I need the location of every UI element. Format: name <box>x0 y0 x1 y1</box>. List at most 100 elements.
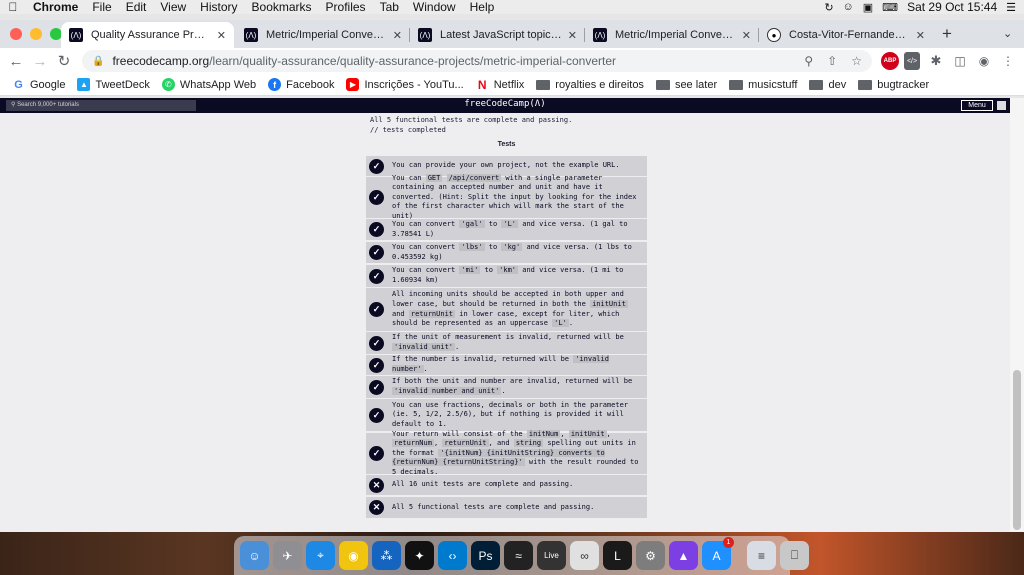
check-circle-icon: ✓ <box>369 407 384 423</box>
close-tab-icon[interactable]: ✕ <box>217 29 226 42</box>
forward-arrow-icon[interactable]: → <box>28 53 52 70</box>
freecodecamp-icon: (Ʌ) <box>593 28 607 42</box>
time-machine-icon[interactable]: ↻ <box>824 1 833 14</box>
extensions-puzzle-icon[interactable]: ✱ <box>928 52 944 70</box>
whatsapp-icon: ✆ <box>161 78 175 91</box>
bookmark-folder-musicstuff[interactable]: musicstuff <box>729 79 797 91</box>
app-store-icon[interactable]: A1 <box>702 537 734 570</box>
chrome-icon[interactable]: ◉ <box>339 541 368 570</box>
system-preferences-icon[interactable]: ⚙ <box>636 541 665 570</box>
tab-metric-imperial-converter-1[interactable]: (Ʌ) Metric/Imperial Converter ✕ <box>236 22 410 48</box>
activity-monitor-icon[interactable]: ≈ <box>504 541 533 570</box>
menu-view[interactable]: View <box>153 0 193 14</box>
fcc-logo[interactable]: freeCodeCamp(Ʌ) <box>0 99 1010 109</box>
tab-search-icon[interactable]: ⌄ <box>1003 27 1012 40</box>
bookmark-label: bugtracker <box>877 78 930 91</box>
affinity-icon[interactable]: ▲ <box>669 541 698 570</box>
scrollbar-thumb[interactable] <box>1013 370 1021 530</box>
bookmark-facebook[interactable]: f Facebook <box>268 78 334 91</box>
bookmark-folder-dev[interactable]: dev <box>809 79 846 91</box>
check-circle-icon: ✓ <box>369 190 384 205</box>
control-center-icon[interactable]: ☰ <box>1006 1 1016 14</box>
tab-metric-imperial-converter-2[interactable]: (Ʌ) Metric/Imperial Converter ✕ <box>585 22 759 48</box>
finder-icon[interactable]: ☺ <box>240 541 269 570</box>
address-bar[interactable]: 🔒 freecodecamp.org/learn/quality-assuran… <box>82 50 872 72</box>
back-arrow-icon[interactable]: ← <box>4 53 28 70</box>
test-text: You can GET /api/convert with a single p… <box>392 173 647 222</box>
url-path: /learn/quality-assurance/quality-assuran… <box>209 54 617 68</box>
bookmark-label: Netflix <box>493 78 525 91</box>
close-window-icon[interactable] <box>10 28 22 40</box>
inline-code: 'lbs' <box>459 242 485 251</box>
menu-profiles[interactable]: Profiles <box>319 0 373 14</box>
tab-latest-javascript-topics[interactable]: (Ʌ) Latest JavaScript topics - The ✕ <box>410 22 585 48</box>
photoshop-icon[interactable]: Ps <box>471 541 500 570</box>
tab-bar: (Ʌ) Quality Assurance Projects - f ✕ (Ʌ)… <box>0 20 1024 48</box>
ableton-live-icon[interactable]: Live <box>537 541 566 570</box>
bookmark-whatsapp[interactable]: ✆ WhatsApp Web <box>161 78 256 91</box>
sourcetree-icon[interactable]: ⁂ <box>372 541 401 570</box>
network-icon[interactable]: ∞ <box>570 541 599 570</box>
test-text-segment: You can <box>392 173 426 182</box>
menu-tab[interactable]: Tab <box>373 0 406 14</box>
vscode-icon[interactable]: ‹› <box>438 541 467 570</box>
bookmark-tweetdeck[interactable]: ▲ TweetDeck <box>77 78 150 91</box>
close-tab-icon[interactable]: ✕ <box>916 29 925 42</box>
menu-bookmarks[interactable]: Bookmarks <box>245 0 319 14</box>
close-tab-icon[interactable]: ✕ <box>568 29 577 42</box>
minimize-window-icon[interactable] <box>30 28 42 40</box>
documents-icon[interactable]: ≡ <box>747 541 776 570</box>
reload-icon[interactable]: ↻ <box>52 52 76 70</box>
devtools-extension-icon[interactable]: </> <box>904 52 920 70</box>
menu-history[interactable]: History <box>193 0 244 14</box>
menu-button[interactable]: Menu <box>961 100 993 111</box>
avatar[interactable] <box>997 101 1006 110</box>
launchpad-icon[interactable]: ✈ <box>273 541 302 570</box>
apple-icon[interactable]:  <box>0 0 26 14</box>
test-text-segment: . <box>568 319 574 328</box>
menu-help[interactable]: Help <box>463 0 502 14</box>
menu-window[interactable]: Window <box>406 0 463 14</box>
share-icon[interactable]: ⇧ <box>827 54 837 68</box>
lock-icon[interactable]: 🔒 <box>92 56 104 67</box>
menubar-clock[interactable]: Sat 29 Oct 15:44 <box>907 0 997 14</box>
tab-quality-assurance-projects[interactable]: (Ʌ) Quality Assurance Projects - f ✕ <box>61 22 234 48</box>
test-text-segment: . <box>455 343 460 351</box>
tab-github-boilerplate[interactable]: ● Costa-Vitor-Fernandes/boiler ✕ <box>759 22 933 48</box>
bookmark-folder-see-later[interactable]: see later <box>655 79 717 91</box>
close-tab-icon[interactable]: ✕ <box>393 29 402 42</box>
adblock-plus-icon[interactable]: ABP <box>881 52 899 70</box>
zoom-search-icon[interactable]: ⚲ <box>804 54 813 68</box>
test-text-segment: If both the unit and number are invalid,… <box>392 377 633 386</box>
page-scrollbar[interactable] <box>1010 98 1024 575</box>
safari-icon[interactable]: ⌖ <box>306 541 335 570</box>
profile-icon[interactable]: ◉ <box>976 52 992 70</box>
x-circle-icon: ✕ <box>369 477 384 493</box>
keyboard-icon[interactable]: ⌨ <box>882 1 898 14</box>
check-circle-icon: ✓ <box>369 379 384 395</box>
bookmark-youtube[interactable]: ▶ Inscrições - YouTu... <box>346 78 464 91</box>
side-panel-icon[interactable]: ◫ <box>952 52 968 70</box>
bookmark-label: royalties e direitos <box>555 78 644 91</box>
wifi-icon[interactable]: ☺ <box>843 1 854 13</box>
check-circle-icon: ✓ <box>369 268 384 284</box>
new-tab-button[interactable]: + <box>942 24 952 44</box>
bookmark-folder-royalties[interactable]: royalties e direitos <box>536 79 644 91</box>
display-icon[interactable]: ▣ <box>863 1 873 14</box>
bookmark-label: Google <box>30 78 66 91</box>
test-item: ✓ You can convert 'gal' to 'L' and vice v… <box>366 219 647 240</box>
macos-dock: ☺ ✈ ⌖ ◉ ⁂ ✦ ‹› Ps ≈ Live ∞ L ⚙ ▲ A 1 ≡ ⎕ <box>234 536 809 575</box>
close-tab-icon[interactable]: ✕ <box>742 29 751 42</box>
menu-app-name[interactable]: Chrome <box>26 0 85 14</box>
trash-icon[interactable]: ⎕ <box>780 541 809 570</box>
bookmark-netflix[interactable]: N Netflix <box>476 78 525 92</box>
bookmark-google[interactable]: G Google <box>12 78 65 91</box>
menu-file[interactable]: File <box>85 0 118 14</box>
league-icon[interactable]: L <box>603 541 632 570</box>
menu-edit[interactable]: Edit <box>119 0 154 14</box>
bookmark-star-icon[interactable]: ☆ <box>851 54 862 68</box>
bookmark-label: Inscrições - YouTu... <box>364 78 464 91</box>
tidal-icon[interactable]: ✦ <box>405 541 434 570</box>
chrome-menu-icon[interactable]: ⋮ <box>1000 52 1016 70</box>
bookmark-folder-bugtracker[interactable]: bugtracker <box>858 79 929 91</box>
